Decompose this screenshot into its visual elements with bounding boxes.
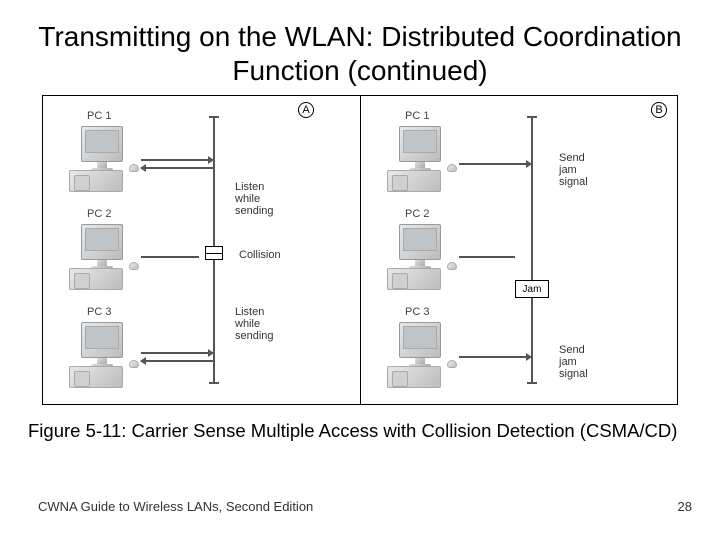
figure-caption: Figure 5-11: Carrier Sense Multiple Acce… xyxy=(28,419,692,442)
pc-b-3-label: PC 3 xyxy=(405,306,429,318)
note-collision: Collision xyxy=(239,249,281,261)
page-number: 28 xyxy=(678,499,692,514)
figure-diagram: A PC 1 PC 2 PC 3 xyxy=(42,95,678,405)
collision-box xyxy=(205,246,223,260)
note-listen-top: Listen while sending xyxy=(235,181,274,217)
pc-a-3-label: PC 3 xyxy=(87,306,111,318)
note-listen-bottom: Listen while sending xyxy=(235,306,274,342)
note-sendjam-bottom: Send jam signal xyxy=(559,344,588,380)
panel-a: A PC 1 PC 2 PC 3 xyxy=(43,96,360,404)
note-sendjam-top: Send jam signal xyxy=(559,152,588,188)
arrow-b-pc3-jam xyxy=(459,356,531,358)
network-bus-b xyxy=(531,116,533,384)
pc-b-2: PC 2 xyxy=(381,224,461,294)
tap-b-pc2 xyxy=(459,256,515,258)
arrow-a-pc1-send xyxy=(141,159,213,161)
pc-b-3: PC 3 xyxy=(381,322,461,392)
pc-a-2: PC 2 xyxy=(63,224,143,294)
jam-box: Jam xyxy=(515,280,549,298)
slide-title: Transmitting on the WLAN: Distributed Co… xyxy=(28,20,692,87)
pc-a-2-label: PC 2 xyxy=(87,208,111,220)
tap-a-pc2 xyxy=(141,256,199,258)
jam-box-label: Jam xyxy=(523,284,542,295)
pc-a-1: PC 1 xyxy=(63,126,143,196)
pc-b-1: PC 1 xyxy=(381,126,461,196)
panel-b-label: B xyxy=(651,102,667,118)
pc-a-3: PC 3 xyxy=(63,322,143,392)
slide-footer: CWNA Guide to Wireless LANs, Second Edit… xyxy=(38,499,692,514)
arrow-a-pc1-listen xyxy=(141,167,213,169)
panel-b: B PC 1 PC 2 PC 3 Jam Send jam signal Sen xyxy=(360,96,677,404)
panel-a-label: A xyxy=(298,102,314,118)
pc-b-2-label: PC 2 xyxy=(405,208,429,220)
arrow-a-pc3-send xyxy=(141,352,213,354)
arrow-a-pc3-listen xyxy=(141,360,213,362)
pc-b-1-label: PC 1 xyxy=(405,110,429,122)
arrow-b-pc1-jam xyxy=(459,163,531,165)
slide: Transmitting on the WLAN: Distributed Co… xyxy=(0,0,720,540)
footer-source: CWNA Guide to Wireless LANs, Second Edit… xyxy=(38,499,313,514)
pc-a-1-label: PC 1 xyxy=(87,110,111,122)
